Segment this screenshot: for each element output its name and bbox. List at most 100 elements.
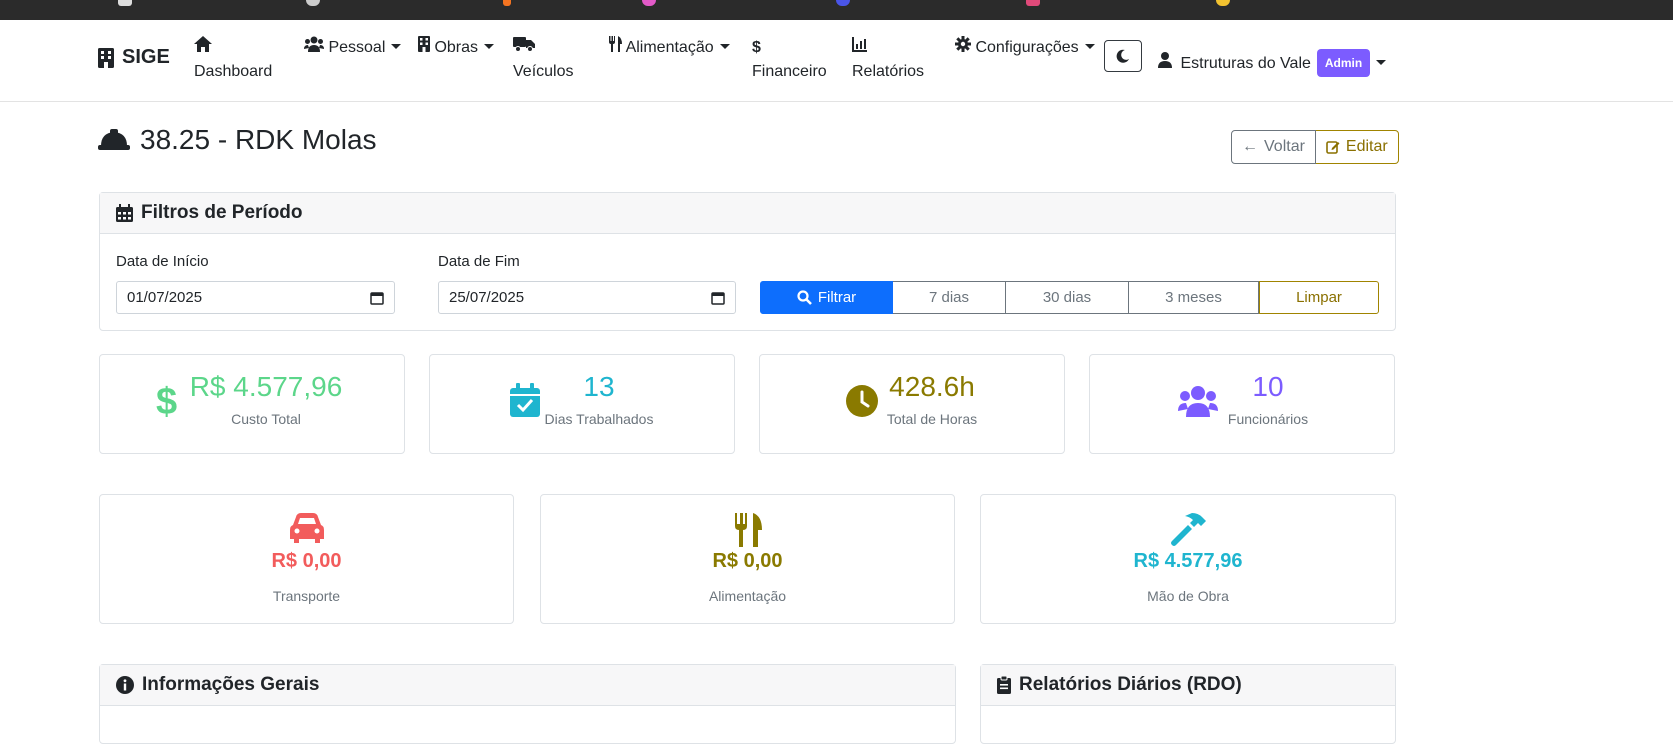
end-date-label: Data de Fim bbox=[438, 253, 520, 270]
car-icon bbox=[100, 513, 513, 543]
stat-card-total-horas: 428.6h Total de Horas bbox=[759, 354, 1065, 454]
truck-icon bbox=[513, 37, 535, 52]
top-navbar: SIGE Dashboard Pessoal Obras Veículos Al… bbox=[0, 20, 1673, 102]
filter-button[interactable]: Filtrar bbox=[760, 281, 893, 314]
nav-dashboard[interactable]: Dashboard bbox=[194, 36, 272, 84]
chevron-down-icon bbox=[1376, 60, 1387, 65]
page-title-text: 38.25 - RDK Molas bbox=[140, 124, 377, 155]
nav-alimentacao[interactable]: Alimentação bbox=[608, 36, 730, 60]
edit-icon bbox=[1326, 141, 1340, 154]
quick-7-days-button[interactable]: 7 dias bbox=[893, 281, 1006, 314]
theme-toggle-button[interactable] bbox=[1104, 40, 1142, 72]
role-badge: Admin bbox=[1316, 49, 1371, 77]
user-name: Estruturas do Vale bbox=[1180, 55, 1311, 72]
nav-alimentacao-label: Alimentação bbox=[625, 39, 714, 56]
info-icon bbox=[116, 676, 134, 694]
stat-label: Custo Total bbox=[231, 411, 301, 427]
nav-veiculos-label: Veículos bbox=[513, 63, 574, 80]
stat-value: 10 bbox=[1252, 371, 1284, 402]
stat-card-funcionarios: 10 Funcionários bbox=[1089, 354, 1395, 454]
stat-card-dias-trabalhados: 13 Dias Trabalhados bbox=[429, 354, 735, 454]
brand-logo[interactable]: SIGE bbox=[98, 46, 170, 69]
stat-value: R$ 4.577,96 bbox=[189, 371, 343, 402]
period-filter-card: Filtros de Período Data de Início 01/07/… bbox=[99, 192, 1396, 331]
page-actions: ← Voltar Editar bbox=[1231, 130, 1399, 164]
stat-value: 428.6h bbox=[889, 371, 975, 402]
utensils-icon bbox=[541, 513, 954, 547]
cost-card-mao-de-obra: R$ 4.577,96 Mão de Obra bbox=[980, 494, 1396, 624]
cost-value: R$ 4.577,96 bbox=[1133, 550, 1243, 572]
stat-value: 13 bbox=[583, 371, 615, 402]
chevron-down-icon bbox=[484, 44, 495, 49]
cost-card-transporte: R$ 0,00 Transporte bbox=[99, 494, 514, 624]
users-icon bbox=[304, 36, 324, 52]
nav-obras-label: Obras bbox=[434, 39, 479, 56]
chevron-down-icon bbox=[391, 44, 402, 49]
user-menu[interactable]: Estruturas do Vale Admin bbox=[1158, 49, 1387, 77]
stat-label: Funcionários bbox=[1227, 411, 1309, 427]
end-date-value: 25/07/2025 bbox=[449, 289, 525, 306]
building-icon bbox=[418, 36, 430, 52]
chevron-down-icon bbox=[1084, 44, 1095, 49]
nav-relatorios[interactable]: Relatórios bbox=[852, 36, 924, 84]
stat-label: Total de Horas bbox=[886, 411, 978, 427]
general-info-title: Informações Gerais bbox=[142, 674, 320, 695]
nav-obras[interactable]: Obras bbox=[418, 36, 495, 60]
cost-value: R$ 0,00 bbox=[712, 550, 783, 572]
edit-button[interactable]: Editar bbox=[1315, 130, 1399, 164]
calendar-picker-icon[interactable] bbox=[370, 291, 384, 305]
rdo-title: Relatórios Diários (RDO) bbox=[1019, 674, 1242, 695]
general-info-card: Informações Gerais bbox=[99, 664, 956, 744]
moon-icon bbox=[1116, 49, 1129, 63]
cost-value: R$ 0,00 bbox=[271, 550, 342, 572]
nav-dashboard-label: Dashboard bbox=[194, 63, 273, 80]
bookmark-favicon[interactable] bbox=[503, 0, 511, 6]
utensils-icon bbox=[609, 36, 622, 52]
clear-button[interactable]: Limpar bbox=[1259, 281, 1379, 314]
bookmark-favicon[interactable] bbox=[306, 0, 320, 6]
brand-label: SIGE bbox=[122, 46, 170, 68]
start-date-label: Data de Início bbox=[116, 253, 209, 270]
bookmark-favicon[interactable] bbox=[836, 0, 850, 6]
bookmark-favicon[interactable] bbox=[642, 0, 656, 6]
quick-30-days-button[interactable]: 30 dias bbox=[1006, 281, 1129, 314]
arrow-left-icon: ← bbox=[1242, 138, 1258, 155]
hammer-icon bbox=[981, 513, 1395, 547]
nav-relatorios-label: Relatórios bbox=[852, 63, 925, 80]
period-filter-header: Filtros de Período bbox=[100, 193, 1395, 234]
nav-configuracoes[interactable]: Configurações bbox=[955, 36, 1095, 60]
bookmark-favicon[interactable] bbox=[1026, 0, 1040, 6]
start-date-input[interactable]: 01/07/2025 bbox=[116, 281, 395, 314]
rdo-header: Relatórios Diários (RDO) bbox=[981, 665, 1395, 706]
chart-icon bbox=[852, 37, 867, 52]
bookmark-favicon[interactable] bbox=[118, 0, 132, 6]
rdo-card: Relatórios Diários (RDO) bbox=[980, 664, 1396, 744]
cost-card-alimentacao: R$ 0,00 Alimentação bbox=[540, 494, 955, 624]
bookmark-favicon[interactable] bbox=[1216, 0, 1230, 6]
end-date-input[interactable]: 25/07/2025 bbox=[438, 281, 736, 314]
user-icon bbox=[1158, 52, 1172, 68]
edit-label: Editar bbox=[1345, 138, 1388, 155]
nav-financeiro[interactable]: $ Financeiro bbox=[752, 36, 827, 84]
home-icon bbox=[194, 36, 212, 52]
cost-label: Transporte bbox=[272, 588, 341, 604]
quick-3-months-button[interactable]: 3 meses bbox=[1129, 281, 1259, 314]
hard-hat-icon bbox=[98, 129, 130, 150]
nav-veiculos[interactable]: Veículos bbox=[513, 36, 573, 84]
gear-icon bbox=[955, 36, 971, 52]
nav-configuracoes-label: Configurações bbox=[975, 39, 1079, 56]
cost-label: Alimentação bbox=[708, 588, 787, 604]
calendar-icon bbox=[116, 204, 133, 222]
dollar-icon: $ bbox=[752, 39, 761, 56]
cost-label: Mão de Obra bbox=[1147, 588, 1229, 604]
period-filter-title: Filtros de Período bbox=[141, 202, 303, 223]
filter-button-group: Filtrar 7 dias 30 dias 3 meses Limpar bbox=[760, 281, 1379, 314]
building-icon bbox=[98, 47, 114, 68]
search-icon bbox=[797, 290, 812, 305]
nav-pessoal[interactable]: Pessoal bbox=[304, 36, 402, 60]
clipboard-icon bbox=[997, 676, 1011, 694]
stat-label: Dias Trabalhados bbox=[544, 411, 654, 427]
back-button[interactable]: ← Voltar bbox=[1231, 130, 1316, 164]
page-title: 38.25 - RDK Molas bbox=[98, 124, 377, 156]
calendar-picker-icon[interactable] bbox=[711, 291, 725, 305]
